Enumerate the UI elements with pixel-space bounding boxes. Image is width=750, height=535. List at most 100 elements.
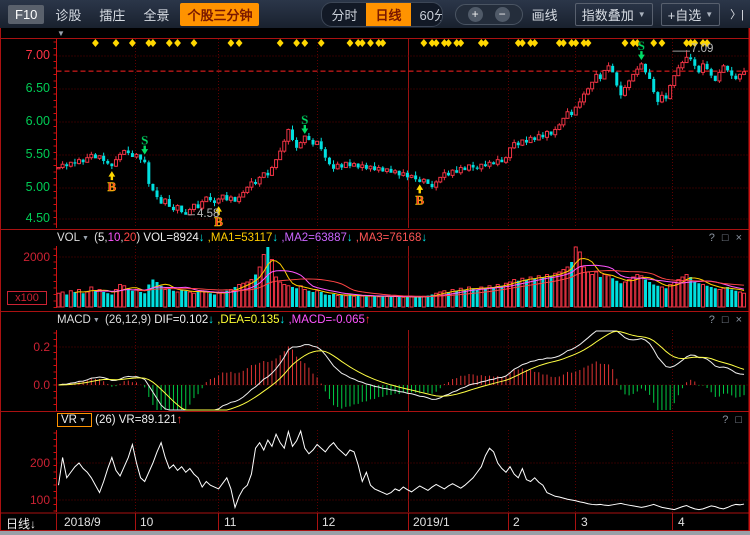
candle-down [447, 173, 450, 176]
candle-down [180, 206, 183, 213]
volume-bar-up [545, 275, 548, 308]
volume-bar-up [316, 291, 319, 307]
volume-bar-down [328, 295, 331, 307]
date-axis-label: 11 [224, 515, 236, 529]
candle-up [435, 182, 438, 187]
volume-bar-up [119, 285, 122, 308]
period-tab-intraday[interactable]: 分时 [322, 3, 366, 26]
draw-line-button[interactable]: 画线 [525, 3, 565, 26]
collapse-panel-icon[interactable]: 〉| [730, 6, 744, 22]
candle-up [258, 177, 261, 184]
volume-bar-up [176, 292, 179, 307]
main-indicator-dropdown-icon[interactable]: ▼ [57, 29, 65, 38]
stock-3min-button[interactable]: 个股三分钟 [180, 3, 259, 26]
candle-up [681, 63, 684, 68]
volume-bar-down [106, 293, 109, 307]
volume-bar-down [94, 291, 97, 307]
volume-bar-down [619, 283, 622, 307]
candle-down [472, 165, 475, 168]
volume-bar-down [418, 297, 421, 307]
indicator-value-text: (26,12,9) [102, 314, 154, 326]
candle-up [402, 173, 405, 176]
volume-bar-down [143, 293, 146, 307]
candle-up [57, 168, 60, 169]
maximize-icon[interactable]: □ [722, 314, 729, 326]
volume-bar-down [533, 278, 536, 307]
volume-bar-down [139, 292, 142, 307]
maximize-icon[interactable]: □ [722, 232, 729, 244]
candle-down [127, 150, 130, 153]
maximize-icon[interactable]: □ [735, 414, 742, 426]
close-icon[interactable]: × [736, 314, 742, 326]
candle-up [743, 72, 746, 75]
volume-bar-up [221, 292, 224, 307]
volume-bar-down [307, 291, 310, 307]
banker-monitor-button[interactable]: 擂庄 [92, 3, 132, 26]
candle-down [65, 164, 68, 166]
signal-diamond-icon [420, 39, 427, 47]
period-tab-daily[interactable]: 日线 [366, 3, 410, 26]
volume-bar-down [151, 280, 154, 308]
signal-diamond-icon [650, 39, 657, 47]
candle-up [673, 76, 676, 86]
candle-up [632, 74, 635, 81]
vr-panel-header: VR▼ (26) VR=89.121↑ [57, 412, 182, 428]
volume-bar-down [406, 297, 409, 308]
volume-bar-up [344, 296, 347, 307]
help-icon[interactable]: ? [722, 414, 728, 426]
volume-bar-down [693, 282, 696, 307]
help-icon[interactable]: ? [709, 314, 715, 326]
macd-axis-label: 0.0 [4, 378, 50, 392]
vol-ma1-line [75, 259, 744, 298]
close-icon[interactable]: × [736, 232, 742, 244]
chevron-down-icon: ▼ [82, 235, 89, 242]
macd-indicator-selector[interactable]: MACD [57, 314, 91, 326]
zoom-in-button[interactable]: + [468, 7, 483, 22]
period-tab-60min[interactable]: 60分 [411, 3, 443, 26]
chart-canvas[interactable]: BBBSSS [0, 0, 750, 535]
zoom-out-button[interactable]: − [495, 7, 510, 22]
volume-bar-up [521, 278, 524, 307]
candle-down [500, 160, 503, 163]
candle-down [693, 59, 696, 66]
candle-down [550, 131, 553, 134]
bottom-scrollbar[interactable] [0, 531, 750, 535]
vol-panel-header: VOL▼ (5,10,20) VOL=8924↓ ,MA1=53117↓ ,MA… [57, 230, 427, 246]
candle-down [147, 162, 150, 184]
bottom-period-indicator[interactable]: 日线↓ [6, 515, 36, 532]
candle-down [517, 143, 520, 146]
candle-down [225, 195, 228, 200]
volume-bar-down [726, 287, 729, 307]
vol-indicator-selector[interactable]: VOL [57, 232, 80, 244]
candle-down [291, 129, 294, 139]
candle-up [385, 169, 388, 172]
vr-axis-label: 200 [4, 456, 50, 470]
candle-up [61, 164, 64, 167]
candle-down [599, 74, 602, 79]
signal-diamond-icon [457, 39, 464, 47]
volume-bar-down [492, 287, 495, 307]
candle-up [336, 164, 339, 169]
volume-bar-up [279, 282, 282, 307]
candle-up [677, 68, 680, 76]
volume-bar-down [665, 288, 668, 307]
add-watchlist-button[interactable]: +自选▼ [661, 3, 721, 26]
panorama-button[interactable]: 全景 [136, 3, 176, 26]
help-icon[interactable]: ? [709, 232, 715, 244]
candle-up [701, 64, 704, 73]
volume-bar-up [410, 297, 413, 307]
index-overlay-button[interactable]: 指数叠加▼ [575, 3, 653, 26]
candle-up [496, 160, 499, 165]
volume-bar-up [738, 292, 741, 307]
candle-up [303, 136, 306, 143]
candle-down [151, 184, 154, 191]
vr-indicator-button[interactable]: VR▼ [57, 413, 92, 427]
volume-bar-down [127, 288, 130, 307]
candle-up [78, 160, 81, 164]
volume-bar-up [57, 293, 60, 307]
volume-bar-up [188, 292, 191, 307]
diagnose-stock-button[interactable]: 诊股 [48, 3, 88, 26]
candle-down [307, 136, 310, 140]
candle-up [636, 69, 639, 74]
f10-button[interactable]: F10 [8, 5, 44, 24]
